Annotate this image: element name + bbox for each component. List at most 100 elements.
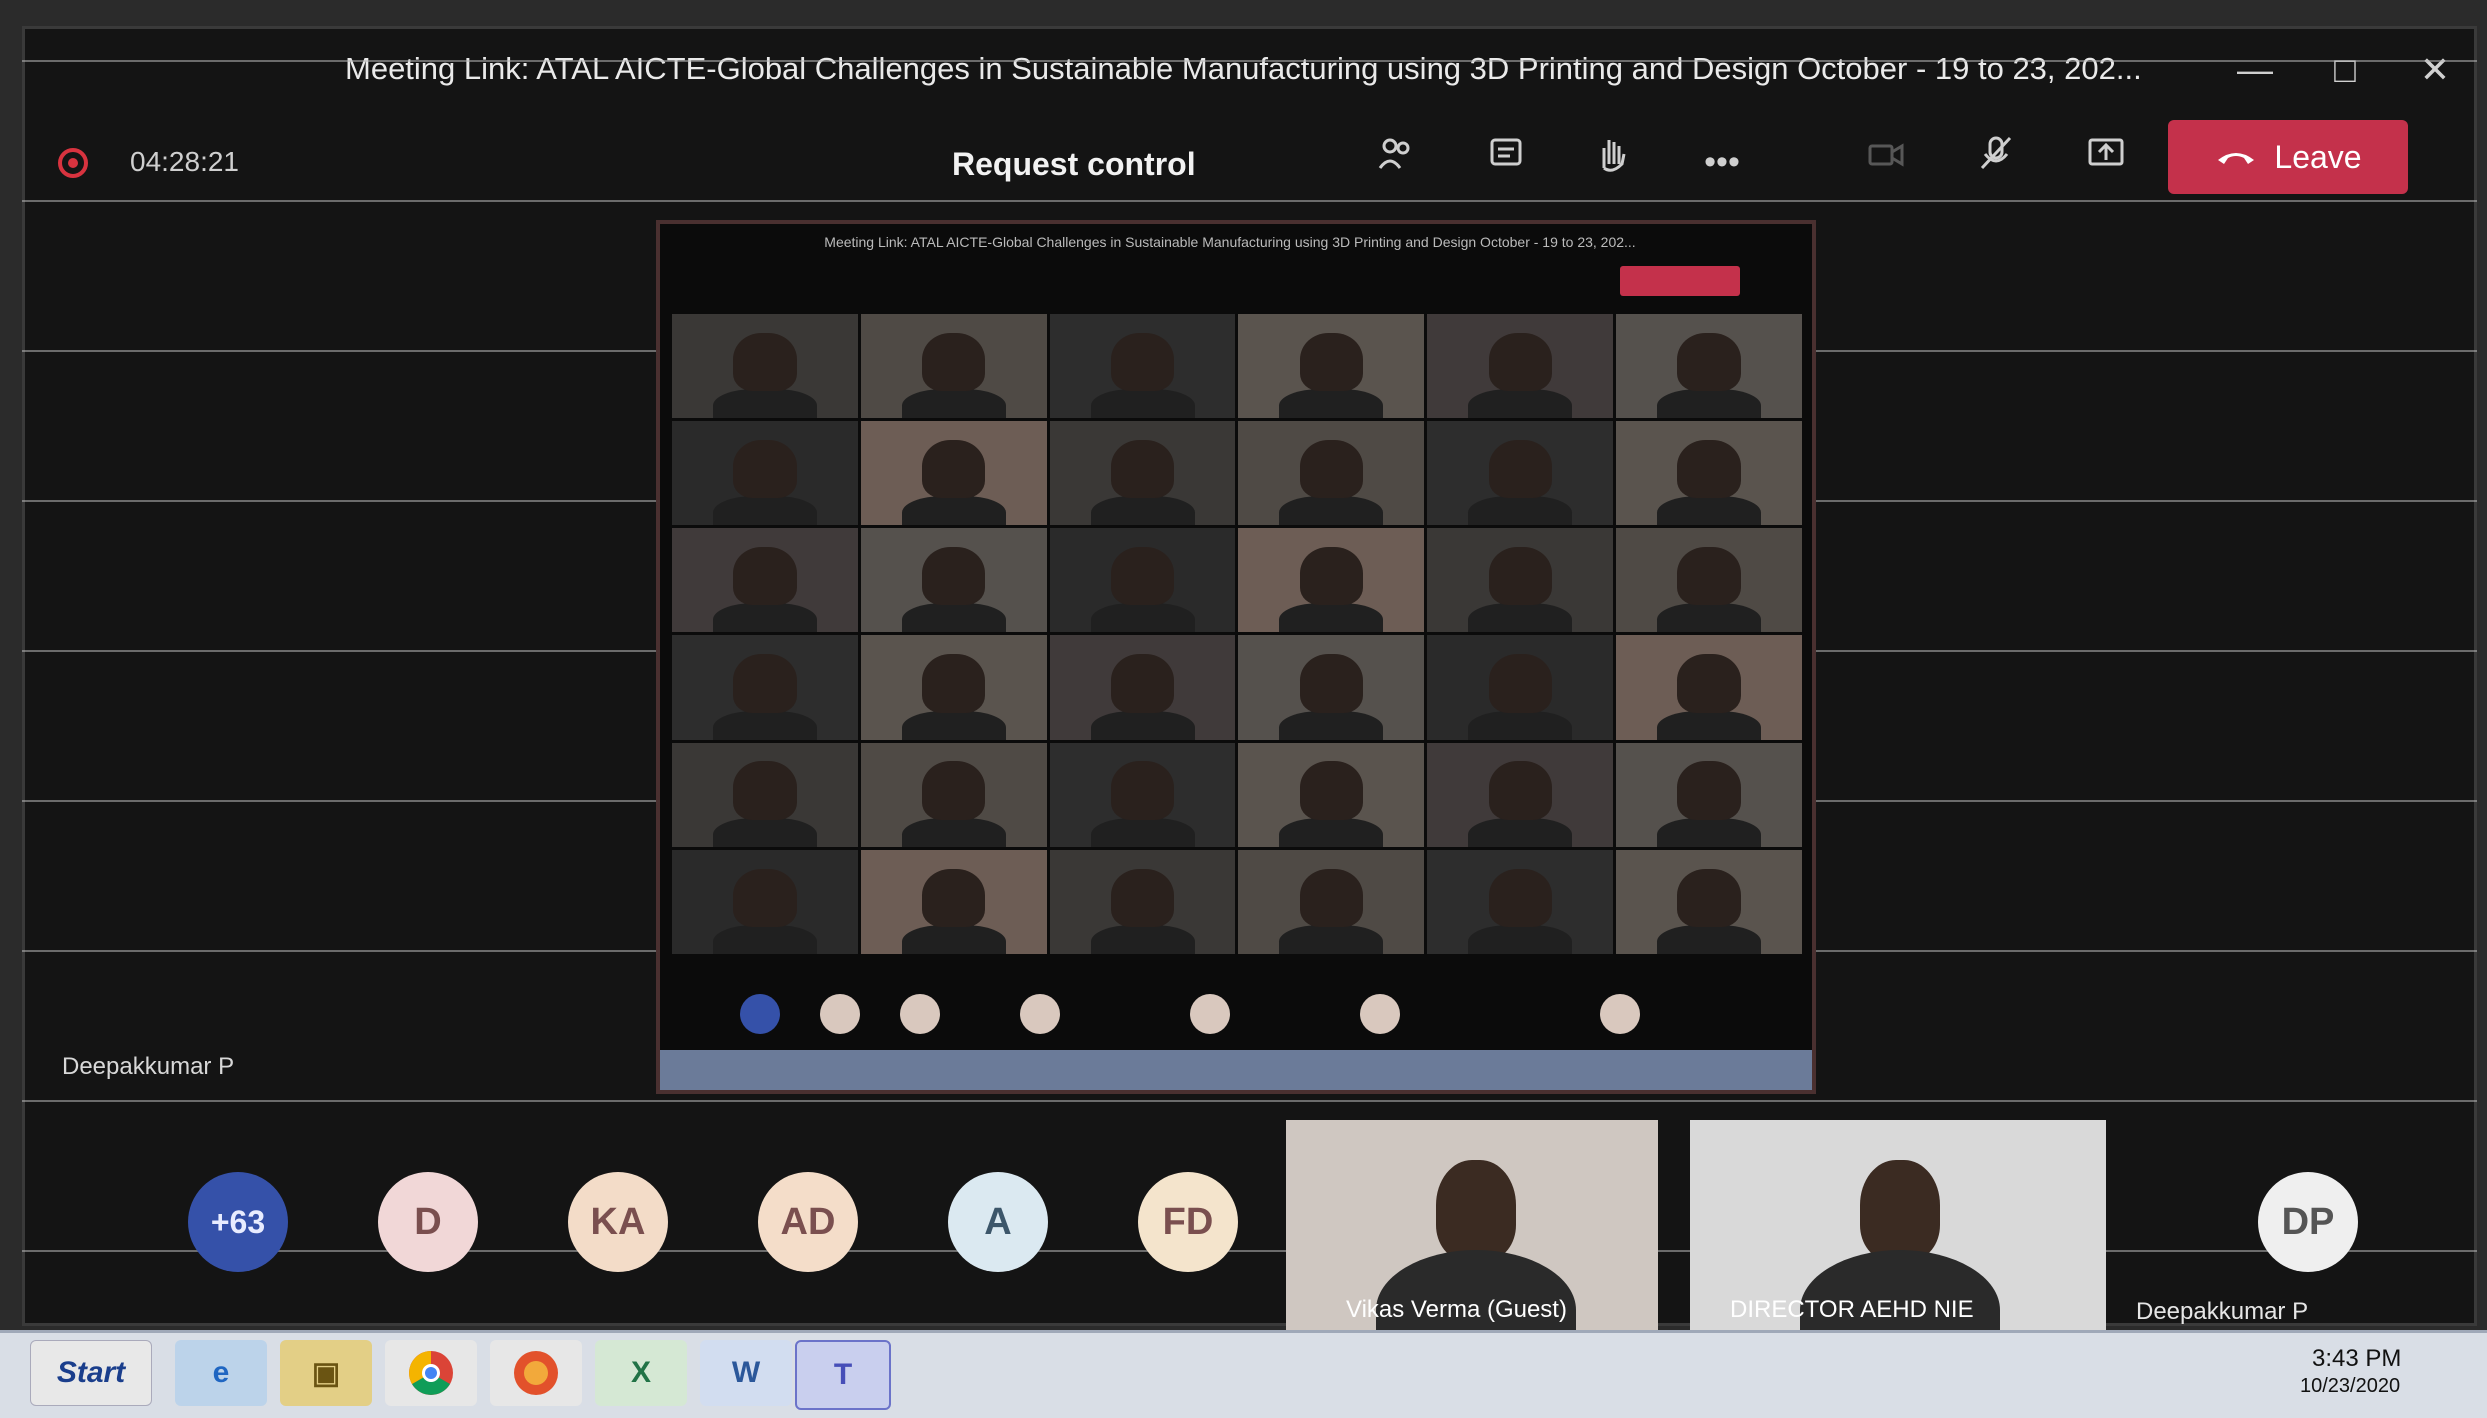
tile-face [733,439,797,499]
shared-video-tile [1616,314,1802,419]
tile-body [1468,496,1573,526]
shared-video-tile [1427,314,1614,419]
shared-video-tile [860,528,1047,633]
tile-body [901,388,1006,419]
tile-face [1110,654,1175,713]
clock-date: 10/23/2020 [2300,1375,2401,1397]
shared-video-tile [1427,635,1614,740]
shared-avatar-row [740,994,1740,1034]
shared-video-tile [1049,742,1236,847]
tile-body [1090,388,1195,419]
chat-icon[interactable] [1476,134,1536,190]
request-control-button[interactable]: Request control [940,140,1208,189]
tile-body [1657,924,1762,954]
close-icon[interactable]: ✕ [2405,45,2465,95]
shared-video-tile [1238,635,1425,740]
leave-button[interactable]: Leave [2168,120,2408,194]
teams-icon[interactable]: T [795,1340,891,1410]
participant-avatar[interactable]: D [378,1172,478,1272]
tile-face [922,547,986,606]
share-tray-icon[interactable] [2076,134,2136,190]
shared-avatar [740,994,780,1034]
tile-body [1090,817,1195,847]
excel-icon[interactable]: X [595,1340,687,1406]
tile-body [712,817,817,847]
tile-body [1090,710,1195,740]
participant-video[interactable]: Vikas Verma (Guest) [1286,1120,1658,1332]
shared-video-tile [672,421,858,526]
tile-body [712,710,817,740]
tile-face [1488,439,1552,499]
maximize-icon[interactable]: □ [2315,45,2375,95]
participant-video[interactable]: DIRECTOR AEHD NIE [1690,1120,2106,1332]
start-button[interactable]: Start [30,1340,152,1406]
shared-avatar [1020,994,1060,1034]
shared-video-tile [860,849,1047,954]
tile-body [1090,924,1195,954]
shared-video-tile [1238,314,1425,419]
tile-face [1488,332,1552,392]
shared-video-tile [860,635,1047,740]
tile-body [1279,924,1384,954]
scanline [22,200,2477,202]
mic-off-icon[interactable] [1966,134,2026,190]
word-icon[interactable]: W [700,1340,792,1406]
tile-face [733,868,797,927]
participant-avatar[interactable]: DP [2258,1172,2358,1272]
chrome-icon[interactable] [385,1340,477,1406]
tile-face [1677,761,1741,820]
participants-icon[interactable] [1366,134,1426,190]
tile-body [712,603,817,633]
participant-avatar[interactable]: A [948,1172,1048,1272]
tile-body [1279,710,1384,740]
shared-video-tile [860,742,1047,847]
tile-body [712,496,817,526]
tile-face [1299,761,1363,820]
tile-body [901,924,1006,954]
firefox-icon[interactable] [490,1340,582,1406]
tile-body [1468,817,1573,847]
tile-face [1677,868,1741,927]
shared-video-tile [1616,528,1802,633]
participant-face [1436,1160,1516,1260]
tile-face [1488,547,1552,606]
tile-face [1299,654,1363,713]
shared-screen-title: Meeting Link: ATAL AICTE-Global Challeng… [824,234,1636,250]
tile-body [712,924,817,954]
participant-avatar[interactable]: AD [758,1172,858,1272]
ie-icon[interactable]: e [175,1340,267,1406]
participant-video-name: Vikas Verma (Guest) [1346,1296,1567,1323]
shared-video-tile [1049,528,1236,633]
meeting-timer: 04:28:21 [130,146,239,177]
tile-face [922,761,986,820]
tile-face [1299,439,1363,499]
tile-face [1488,868,1552,927]
more-options-icon[interactable]: ••• [1692,134,1752,190]
camera-off-icon[interactable] [1856,134,1916,190]
more-participants-badge[interactable]: +63 [188,1172,288,1272]
shared-video-tile [1238,849,1425,954]
tile-face [1677,547,1741,606]
tile-body [901,817,1006,847]
tile-face [922,868,986,927]
shared-video-tile [1616,742,1802,847]
participant-avatar[interactable]: FD [1138,1172,1238,1272]
participant-avatar[interactable]: KA [568,1172,668,1272]
shared-video-tile [1238,421,1425,526]
explorer-icon[interactable]: ▣ [280,1340,372,1406]
tile-body [1279,496,1384,526]
tile-body [1657,817,1762,847]
tile-body [712,388,817,419]
shared-video-tile [1049,314,1236,419]
tile-face [1299,547,1363,606]
shared-video-tile [860,421,1047,526]
tile-face [733,332,797,392]
tile-face [733,654,797,713]
shared-video-tile [672,314,858,419]
raise-hand-icon[interactable] [1582,134,1642,190]
shared-screen: Meeting Link: ATAL AICTE-Global Challeng… [656,220,1816,1094]
shared-avatar [1190,994,1230,1034]
tile-face [1110,439,1175,499]
shared-video-tile [1049,421,1236,526]
minimize-icon[interactable]: — [2225,45,2285,95]
